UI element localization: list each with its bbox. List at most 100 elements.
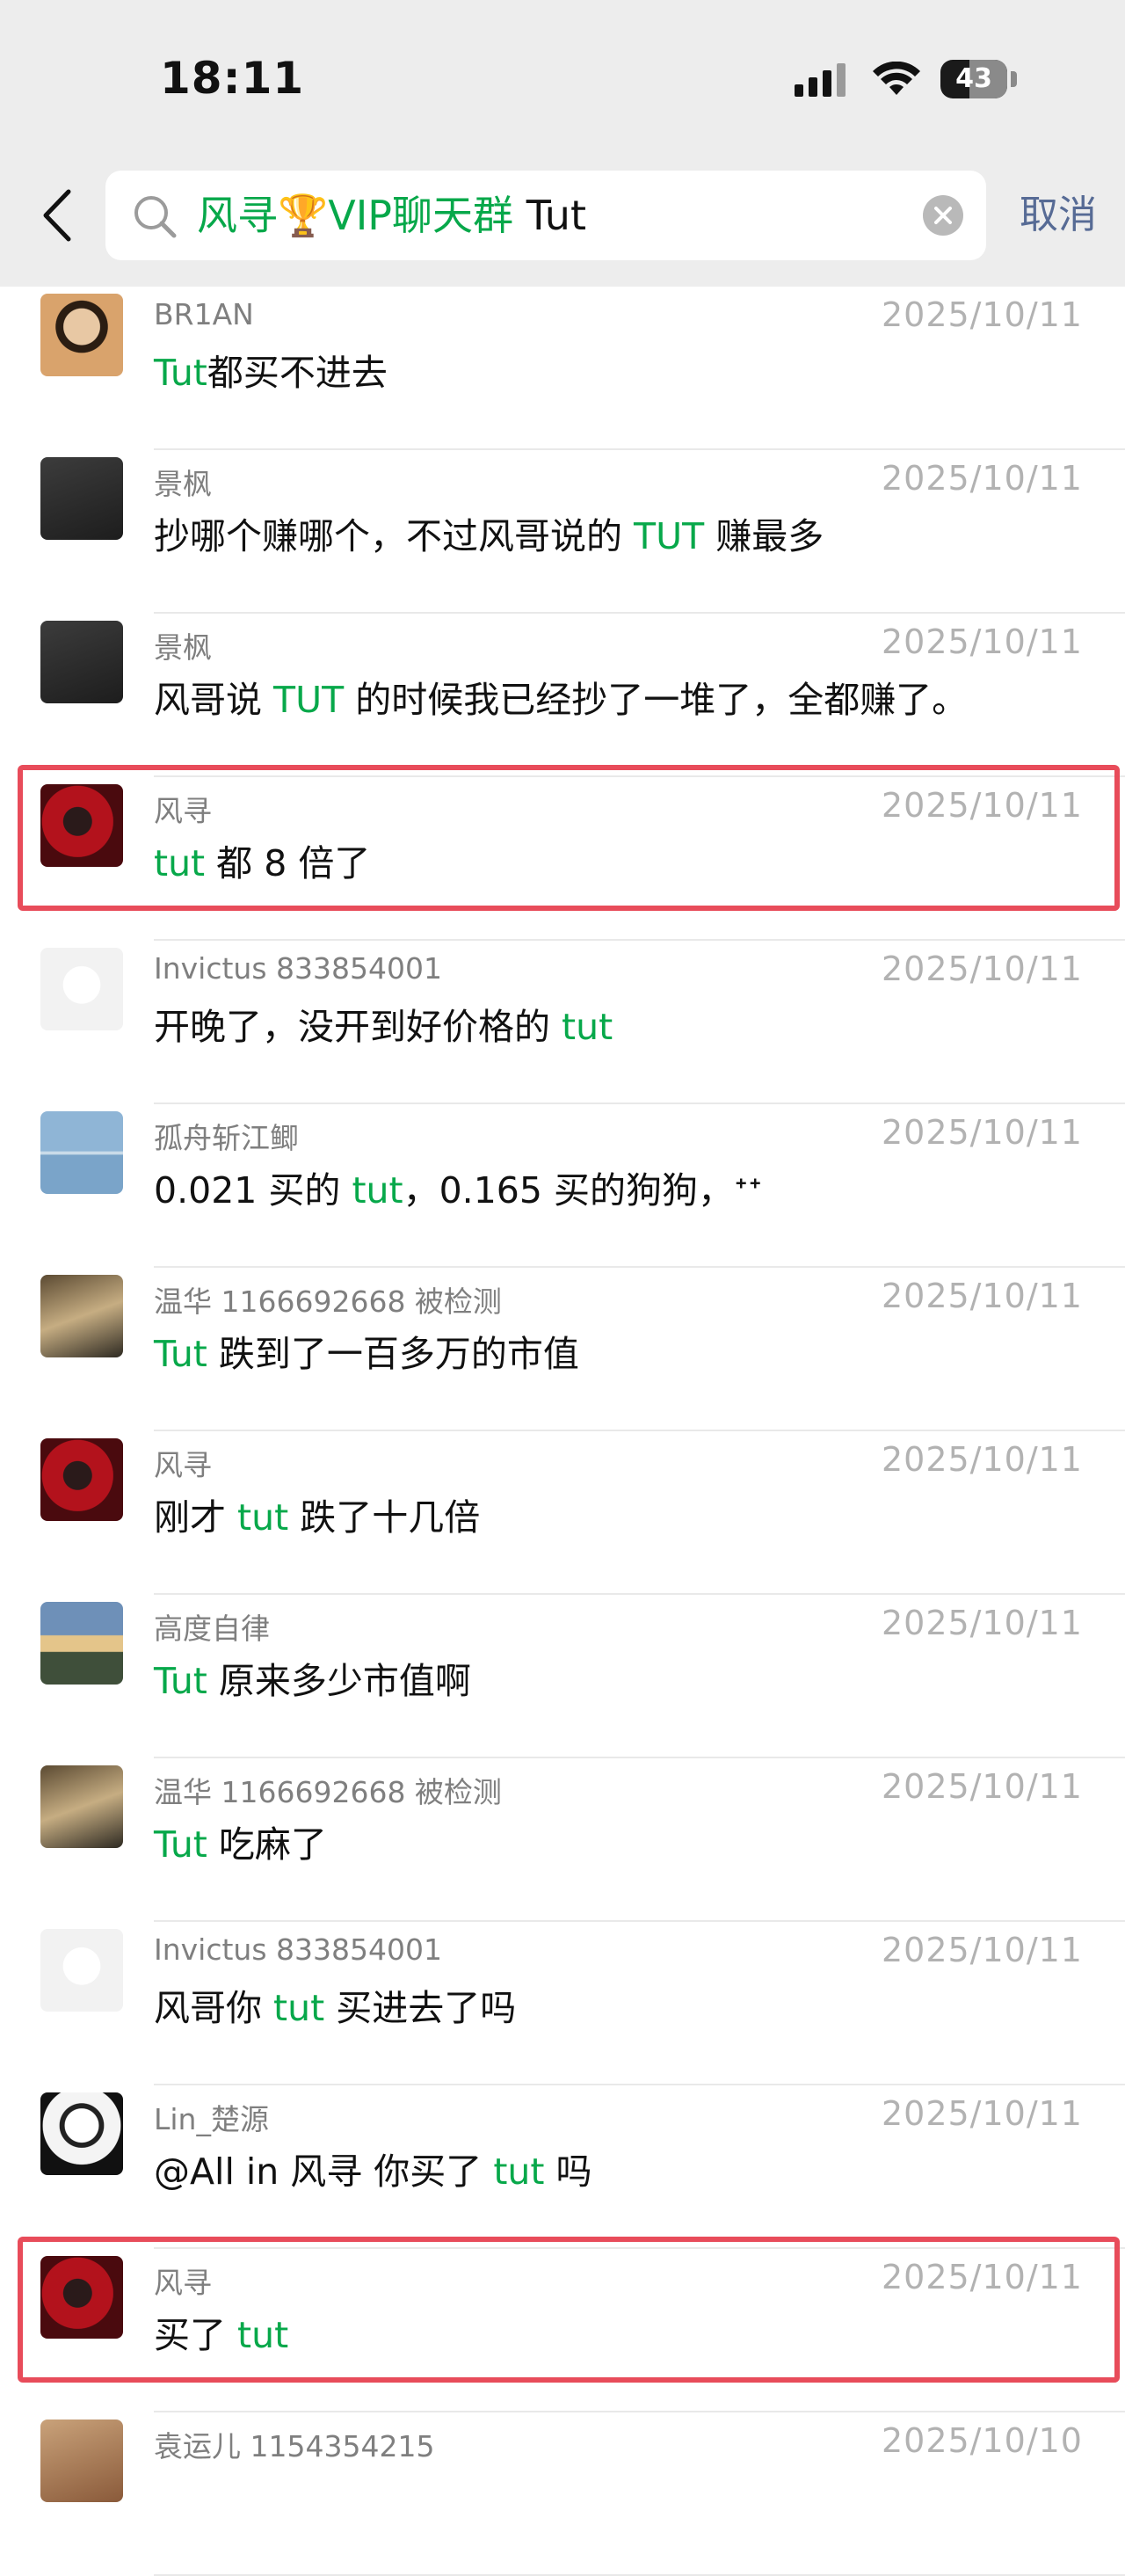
message-fragment: 原来多少市值啊	[207, 1660, 471, 1702]
message-date: 2025/10/10	[881, 2421, 1083, 2460]
avatar	[40, 2092, 123, 2175]
message-date: 2025/10/11	[881, 295, 1083, 334]
clear-button[interactable]	[923, 195, 963, 236]
result-row[interactable]: 景枫 2025/10/11 风哥说 TUT 的时候我已经抄了一堆了，全都赚了。	[0, 614, 1125, 777]
message-fragment: 风哥你	[154, 1987, 274, 2029]
message-text: Tut 原来多少市值啊	[154, 1651, 471, 1704]
message-text: Tut 跌到了一百多万的市值	[154, 1324, 579, 1377]
message-fragment: 0.021 买的	[154, 1169, 352, 1212]
avatar	[40, 1929, 123, 2012]
sender-name: Invictus 833854001	[154, 951, 442, 986]
match-highlight: Tut	[154, 1823, 207, 1866]
result-row[interactable]: 袁运儿 1154354215 2025/10/10	[0, 2412, 1125, 2576]
avatar	[40, 1765, 123, 1848]
cancel-button[interactable]: 取消	[1020, 185, 1097, 246]
search-icon	[134, 196, 177, 238]
message-text: 风哥说 TUT 的时候我已经抄了一堆了，全都赚了。	[154, 670, 968, 723]
search-query: 风寻🏆VIP聊天群 Tut	[197, 171, 586, 260]
sender-name: 袁运儿 1154354215	[154, 2429, 435, 2463]
message-date: 2025/10/11	[881, 1931, 1083, 1969]
sender-name: BR1AN	[154, 297, 254, 331]
avatar	[40, 294, 123, 376]
match-highlight: Tut	[154, 352, 207, 394]
battery-percent: 43	[955, 63, 992, 94]
message-text: 0.021 买的 tut，0.165 买的狗狗，ᐩᐩ	[154, 1161, 762, 1213]
message-text: @All in 风寻 你买了 tut 吗	[154, 2142, 592, 2194]
result-row[interactable]: Lin_楚源 2025/10/11 @All in 风寻 你买了 tut 吗	[0, 2085, 1125, 2249]
message-date: 2025/10/11	[881, 1440, 1083, 1479]
result-row[interactable]: 孤舟斩江鲫 2025/10/11 0.021 买的 tut，0.165 买的狗狗，ᐩ…	[0, 1104, 1125, 1268]
message-date: 2025/10/11	[881, 1277, 1083, 1315]
message-fragment: 开晚了，没开到好价格的	[154, 1006, 562, 1048]
sender-name: 温华 1166692668 被检测	[154, 1284, 502, 1319]
message-fragment: 刚才	[154, 1496, 238, 1539]
message-fragment: 跌到了一百多万的市值	[207, 1333, 579, 1375]
message-fragment: 抄哪个赚哪个，不过风哥说的	[154, 515, 635, 557]
message-fragment: 赚最多	[704, 515, 824, 557]
match-highlight: Tut	[154, 1660, 207, 1702]
sender-name: 景枫	[154, 467, 212, 501]
clear-icon	[934, 207, 952, 224]
message-text: 刚才 tut 跌了十几倍	[154, 1488, 480, 1540]
message-date: 2025/10/11	[881, 622, 1083, 661]
message-fragment: @All in 风寻 你买了	[154, 2150, 494, 2193]
top-bar: 18:11 43 风寻🏆VIP聊天群 Tut 取消	[0, 0, 1125, 287]
match-highlight: tut	[352, 1169, 403, 1212]
message-fragment: 吗	[544, 2150, 592, 2193]
match-highlight: tut	[493, 2150, 545, 2193]
avatar	[40, 2420, 123, 2502]
result-row[interactable]: 景枫 2025/10/11 抄哪个赚哪个，不过风哥说的 TUT 赚最多	[0, 450, 1125, 614]
sender-name: 温华 1166692668 被检测	[154, 1775, 502, 1809]
message-text: 风哥你 tut 买进去了吗	[154, 1978, 516, 2031]
message-fragment: 都买不进去	[207, 352, 388, 394]
message-fragment: 买进去了吗	[324, 1987, 517, 2029]
message-date: 2025/10/11	[881, 1767, 1083, 1806]
result-row[interactable]: 高度自律 2025/10/11 Tut 原来多少市值啊	[0, 1595, 1125, 1758]
message-date: 2025/10/11	[881, 1604, 1083, 1642]
search-term: Tut	[526, 192, 586, 239]
message-date: 2025/10/11	[881, 459, 1083, 498]
message-date: 2025/10/11	[881, 2094, 1083, 2133]
match-highlight: tut	[562, 1006, 613, 1048]
message-fragment: 的时候我已经抄了一堆了，全都赚了。	[344, 679, 969, 721]
wifi-icon	[873, 62, 920, 95]
status-time: 18:11	[160, 53, 305, 104]
signal-icon	[795, 63, 846, 97]
message-text: Tut 吃麻了	[154, 1815, 327, 1867]
sender-name: 高度自律	[154, 1612, 270, 1646]
message-text: Tut都买不进去	[154, 343, 388, 396]
match-highlight: tut	[273, 1987, 325, 2029]
avatar	[40, 1275, 123, 1357]
battery-icon: 43	[940, 60, 1021, 98]
annotation-box	[18, 765, 1120, 911]
avatar	[40, 948, 123, 1030]
match-highlight: TUT	[273, 679, 345, 721]
result-row[interactable]: 温华 1166692668 被检测 2025/10/11 Tut 吃麻了	[0, 1758, 1125, 1922]
sender-name: 风寻	[154, 1448, 212, 1482]
avatar	[40, 621, 123, 703]
message-fragment: 风哥说	[154, 679, 274, 721]
annotation-box	[18, 2237, 1120, 2383]
result-row[interactable]: 温华 1166692668 被检测 2025/10/11 Tut 跌到了一百多万的市…	[0, 1268, 1125, 1431]
sender-name: 孤舟斩江鲫	[154, 1121, 299, 1155]
match-highlight: TUT	[634, 515, 705, 557]
match-highlight: Tut	[154, 1333, 207, 1375]
message-text: 开晚了，没开到好价格的 tut	[154, 997, 613, 1050]
result-row[interactable]: Invictus 833854001 2025/10/11 风哥你 tut 买进去了…	[0, 1922, 1125, 2085]
sender-name: Invictus 833854001	[154, 1932, 442, 1967]
avatar	[40, 1602, 123, 1685]
message-fragment: 吃麻了	[207, 1823, 327, 1866]
match-highlight: tut	[237, 1496, 289, 1539]
avatar	[40, 1438, 123, 1521]
result-row[interactable]: BR1AN 2025/10/11 Tut都买不进去	[0, 287, 1125, 450]
message-fragment: 跌了十几倍	[288, 1496, 481, 1539]
search-chat-tag: 风寻🏆VIP聊天群	[197, 192, 514, 239]
search-input[interactable]: 风寻🏆VIP聊天群 Tut	[105, 171, 986, 260]
result-row[interactable]: Invictus 833854001 2025/10/11 开晚了，没开到好价格的 …	[0, 941, 1125, 1104]
sender-name: Lin_楚源	[154, 2102, 269, 2136]
back-chevron-icon[interactable]	[35, 185, 84, 246]
message-date: 2025/10/11	[881, 1113, 1083, 1152]
message-fragment: ，0.165 买的狗狗，ᐩᐩ	[403, 1169, 762, 1212]
message-date: 2025/10/11	[881, 950, 1083, 988]
result-row[interactable]: 风寻 2025/10/11 刚才 tut 跌了十几倍	[0, 1431, 1125, 1595]
